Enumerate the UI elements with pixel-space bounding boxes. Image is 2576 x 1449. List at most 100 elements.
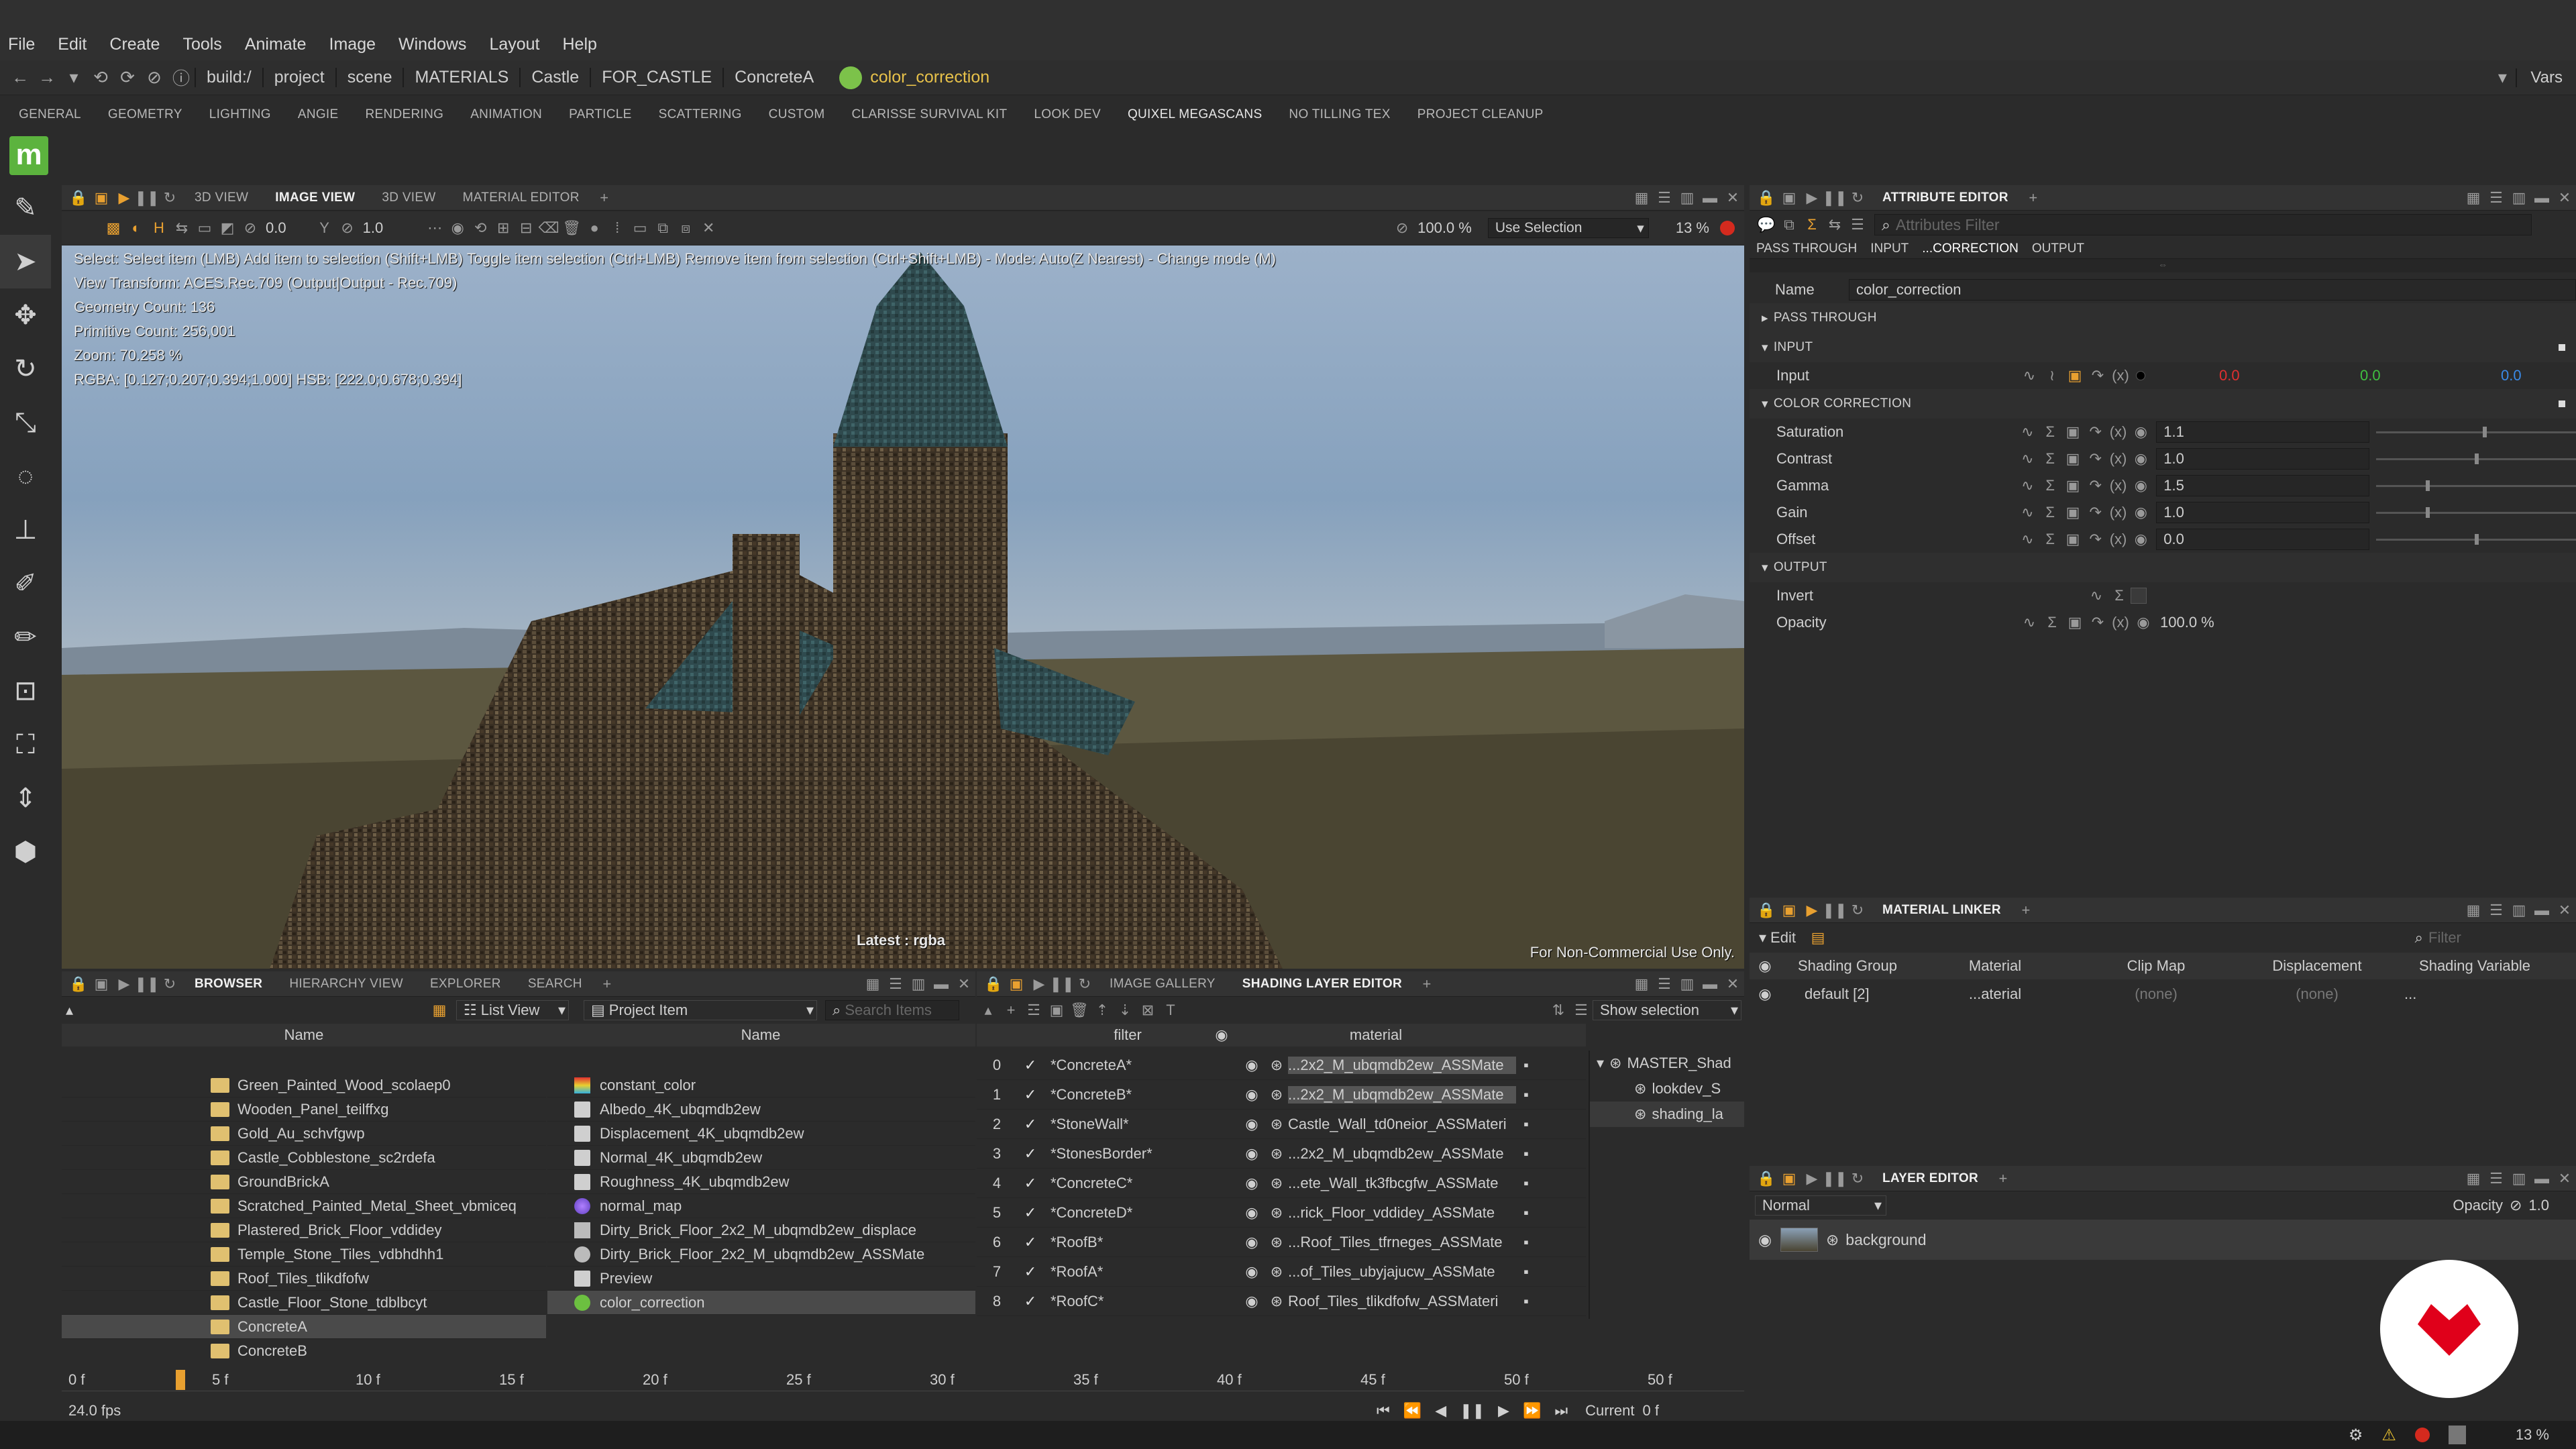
cc-slider-knob[interactable] — [2475, 453, 2479, 464]
shading-row-lock-icon[interactable]: ▪ — [1516, 1204, 1536, 1222]
breadcrumb-build[interactable]: build:/ — [195, 68, 262, 87]
layer-add-icon[interactable]: + — [1994, 1169, 2012, 1188]
attr-pause-icon[interactable]: ❚❚ — [1823, 189, 1847, 207]
vars-button[interactable]: Vars — [2516, 68, 2576, 87]
browser-lock-icon[interactable]: 🔒 — [69, 975, 88, 994]
shading-row[interactable]: 8 ✓ *RoofC* ◉ ⊛ Roof_Tiles_tlikdfofw_ASSMater… — [977, 1287, 1586, 1316]
shading-img-icon[interactable]: ▣ — [1047, 1001, 1066, 1020]
display-icon[interactable]: ▭ — [195, 219, 214, 237]
tab-attribute-editor[interactable]: ATTRIBUTE EDITOR — [1882, 191, 2008, 205]
layer-lock-icon[interactable]: 🔒 — [1757, 1169, 1776, 1188]
check-icon[interactable]: ✓ — [1017, 1057, 1044, 1074]
folder-row[interactable]: ConcreteA — [62, 1315, 546, 1339]
shading-row-filter[interactable]: *RoofA* — [1044, 1263, 1238, 1281]
orbit-icon[interactable]: ◌ — [0, 449, 51, 503]
shading-row-eye-icon[interactable]: ◉ — [1238, 1234, 1265, 1251]
tab-explorer[interactable]: EXPLORER — [430, 977, 501, 991]
tree-master[interactable]: ▾ ⊛ MASTER_Shad — [1590, 1051, 1744, 1076]
cc-slider[interactable] — [2376, 426, 2576, 437]
vars-dropdown-icon[interactable]: ▾ — [2489, 67, 2516, 88]
linker-row[interactable]: ◉ default [2] ...aterial (none) (none) .… — [1750, 979, 2576, 1009]
linker-row-clip[interactable]: (none) — [2076, 985, 2237, 1003]
shading-row[interactable]: 3 ✓ *StonesBorder* ◉ ⊛ ...2x2_M_ubqmdb2ew_ASS… — [977, 1139, 1586, 1169]
item-row[interactable]: Displacement_4K_ubqmdb2ew — [547, 1122, 975, 1146]
tab-shading-layer-editor[interactable]: SHADING LAYER EDITOR — [1242, 977, 1402, 991]
folder-row[interactable]: Castle_Cobblestone_sc2rdefa — [62, 1146, 546, 1170]
link-icon[interactable]: ⇆ — [1825, 215, 1844, 234]
linker-max-icon[interactable]: ▬ — [2532, 901, 2551, 920]
shading-row-filter[interactable]: *ConcreteB* — [1044, 1086, 1238, 1104]
shading-table-icon[interactable]: ☲ — [1024, 1001, 1043, 1020]
attr-play-icon[interactable]: ▶ — [1803, 189, 1821, 207]
cc-curve-icon[interactable]: ∿ — [2018, 476, 2037, 495]
layer-item[interactable]: ◉ ⊛ background — [1750, 1220, 2576, 1260]
clear-icon[interactable]: ⌫ — [539, 219, 559, 237]
shading-row-lock-icon[interactable]: ▪ — [1516, 1086, 1536, 1104]
linker-rows-icon[interactable]: ☰ — [2487, 901, 2506, 920]
layer-close-icon[interactable]: ✕ — [2555, 1169, 2574, 1188]
linker-filter-input[interactable]: Filter — [2428, 929, 2576, 947]
shading-row-filter[interactable]: *ConcreteC* — [1044, 1175, 1238, 1192]
shelf-tab-custom[interactable]: CUSTOM — [769, 107, 825, 122]
crop2-icon[interactable]: ⧈ — [676, 219, 695, 237]
linker-grid-icon[interactable]: ▦ — [2464, 901, 2483, 920]
layer-play-icon[interactable]: ▶ — [1803, 1169, 1821, 1188]
cc-slider-knob[interactable] — [2425, 480, 2430, 491]
browser-rows-icon[interactable]: ☰ — [886, 975, 905, 994]
attr-lock-icon[interactable]: 🔒 — [1757, 189, 1776, 207]
item-row[interactable]: color_correction — [547, 1291, 975, 1315]
shelf-tab-rendering[interactable]: RENDERING — [365, 107, 443, 122]
tab-hierarchy[interactable]: HIERARCHY VIEW — [289, 977, 403, 991]
back-icon[interactable]: ← — [7, 67, 34, 88]
histogram-icon[interactable]: ◩ — [218, 219, 237, 237]
folder-row[interactable]: Green_Painted_Wood_scolaep0 — [62, 1073, 546, 1097]
cc-eye-icon[interactable]: ◉ — [2131, 530, 2150, 549]
attr-add-tab-icon[interactable]: + — [2024, 189, 2043, 207]
tree-shading[interactable]: ⊛ shading_la — [1590, 1102, 1744, 1127]
cc-slider[interactable] — [2376, 533, 2576, 545]
tab-browser[interactable]: BROWSER — [195, 977, 262, 991]
cc-texture-icon[interactable]: ▣ — [2063, 423, 2082, 441]
shading-row[interactable]: 4 ✓ *ConcreteC* ◉ ⊛ ...ete_Wall_tk3fbcgfw_ASS… — [977, 1169, 1586, 1198]
cc-slider-knob[interactable] — [2475, 533, 2479, 545]
shading-row-lock-icon[interactable]: ▪ — [1516, 1145, 1536, 1163]
breadcrumb-for-castle[interactable]: FOR_CASTLE — [590, 68, 722, 87]
shading-grid-icon[interactable]: ▦ — [1632, 975, 1651, 994]
cc-eye-icon[interactable]: ◉ — [2131, 503, 2150, 522]
add-tab-icon[interactable]: + — [595, 189, 614, 207]
last-frame-icon[interactable]: ⏭ — [1554, 1402, 1568, 1419]
linker-row-disp[interactable]: (none) — [2237, 985, 2398, 1003]
shading-add-icon[interactable]: + — [1417, 975, 1436, 994]
shading-row-eye-icon[interactable]: ◉ — [1238, 1293, 1265, 1310]
shading-row-material[interactable]: Roof_Tiles_tlikdfofw_ASSMateri — [1288, 1293, 1516, 1310]
brush-icon[interactable]: ✏ — [0, 610, 51, 664]
browser-render-icon[interactable]: ▣ — [92, 975, 111, 994]
sample-icon[interactable]: ⋯ — [425, 219, 444, 237]
megascans-logo[interactable]: m — [9, 136, 48, 175]
linker-col-group[interactable]: Shading Group — [1780, 957, 1915, 975]
menu-edit[interactable]: Edit — [58, 35, 87, 54]
browser-up-icon[interactable]: ▴ — [66, 1002, 428, 1019]
shading-sort-icon[interactable]: ⇅ — [1549, 1001, 1568, 1020]
op-tex-icon[interactable]: ▣ — [2065, 613, 2084, 632]
browser-add-icon[interactable]: + — [598, 975, 616, 994]
item-row[interactable]: Dirty_Brick_Floor_2x2_M_ubqmdb2ew_ASSMat… — [547, 1242, 975, 1267]
folder-row[interactable]: Plastered_Brick_Floor_vddidey — [62, 1218, 546, 1242]
lock-icon[interactable]: 🔒 — [69, 189, 88, 207]
texture-icon[interactable]: ▣ — [2065, 366, 2084, 385]
info-icon[interactable]: ⓘ — [168, 65, 195, 90]
shading-cols-icon[interactable]: ▥ — [1678, 975, 1697, 994]
browser-refresh-icon[interactable]: ↻ — [160, 975, 179, 994]
shelf-tab-geometry[interactable]: GEOMETRY — [108, 107, 182, 122]
splitter-handle[interactable]: ⇔ — [1750, 259, 2576, 272]
prev-key-icon[interactable]: ⏪ — [1403, 1402, 1421, 1419]
screen-icon[interactable]: ▭ — [631, 219, 649, 237]
dropdown-icon[interactable]: ▾ — [60, 67, 87, 88]
input-arrow-icon[interactable]: ↷ — [2088, 366, 2107, 385]
shading-row-eye-icon[interactable]: ◉ — [1238, 1086, 1265, 1104]
attr-grid-icon[interactable]: ▦ — [2464, 189, 2483, 207]
folder-row[interactable]: GroundBrickA — [62, 1170, 546, 1194]
breadcrumb-concretea[interactable]: ConcreteA — [722, 68, 824, 87]
attr-rows-icon[interactable]: ☰ — [2487, 189, 2506, 207]
cc-curve-icon[interactable]: ∿ — [2018, 530, 2037, 549]
